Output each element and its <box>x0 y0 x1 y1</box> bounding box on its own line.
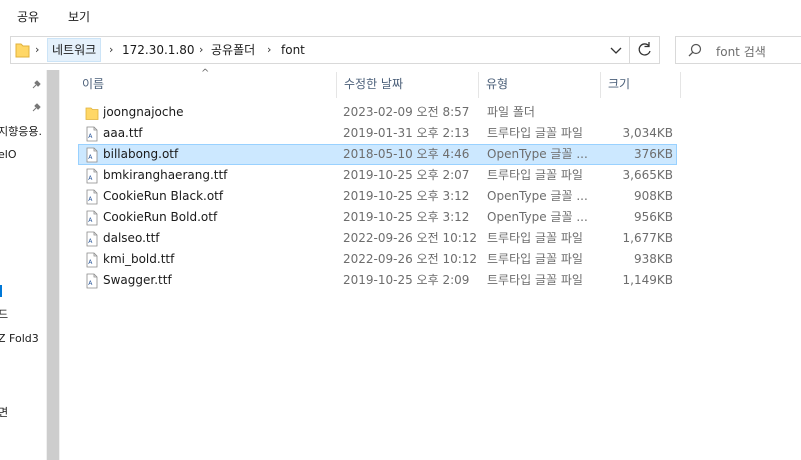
font-file-icon: A <box>86 273 98 289</box>
file-date: 2019-01-31 오후 2:13 <box>343 126 470 140</box>
breadcrumb-font[interactable]: font <box>277 38 309 62</box>
file-row[interactable]: joongnajoche 2023-02-09 오전 8:57 파일 폴더 <box>78 102 677 123</box>
font-file-icon: A <box>86 189 98 205</box>
file-type: 트루타입 글꼴 파일 <box>487 252 583 266</box>
file-row[interactable]: A Swagger.ttf 2019-10-25 오후 2:09 트루타입 글꼴 파일… <box>78 270 677 291</box>
file-size: 938KB <box>633 252 673 266</box>
file-row[interactable]: Adalseo.ttf 2022-09-26 오전 10:12 트루타입 글꼴 파일… <box>78 228 677 249</box>
file-size: 908KB <box>633 189 673 203</box>
file-size: 376KB <box>633 147 673 161</box>
file-row[interactable]: Aaaa.ttf 2019-01-31 오후 2:13 트루타입 글꼴 파일 3,03… <box>78 123 677 144</box>
file-row[interactable]: Akmi_bold.ttf 2022-09-26 오전 10:12 트루타입 글꼴 … <box>78 249 677 270</box>
breadcrumb-shared-folder[interactable]: 공유폴더 <box>207 38 259 62</box>
file-name: CookieRun Black.otf <box>103 189 224 203</box>
file-type: OpenType 글꼴 ... <box>487 189 588 203</box>
file-type: 트루타입 글꼴 파일 <box>487 231 583 245</box>
file-date: 2019-10-25 오후 2:07 <box>343 168 470 182</box>
file-size: 956KB <box>633 210 673 224</box>
chevron-right-icon[interactable]: › <box>267 43 271 56</box>
file-type: 트루타입 글꼴 파일 <box>487 273 583 287</box>
search-icon <box>688 43 702 57</box>
nav-scrollbar-thumb[interactable] <box>47 70 59 460</box>
breadcrumb-network[interactable]: 네트워크 <box>47 38 102 62</box>
file-type: OpenType 글꼴 ... <box>487 147 588 161</box>
font-file-icon: A <box>86 231 98 247</box>
chevron-right-icon[interactable]: › <box>109 43 113 56</box>
file-name: bmkiranghaerang.ttf <box>103 168 228 182</box>
column-header-date[interactable]: 수정한 날짜 <box>336 70 478 98</box>
file-date: 2022-09-26 오전 10:12 <box>343 252 478 266</box>
file-type: 트루타입 글꼴 파일 <box>487 126 583 140</box>
file-type: 트루타입 글꼴 파일 <box>487 168 583 182</box>
file-date: 2019-10-25 오후 2:09 <box>343 273 470 287</box>
chevron-right-icon[interactable]: › <box>199 43 203 56</box>
ribbon-tab-view[interactable]: 보기 <box>68 8 90 25</box>
column-header-row: ^ 이름 수정한 날짜 유형 크기 <box>74 68 684 98</box>
file-name: Swagger.ttf <box>103 273 172 287</box>
file-type: OpenType 글꼴 ... <box>487 210 588 224</box>
nav-item[interactable]: 지향응용. <box>0 123 42 139</box>
font-file-icon: A <box>86 252 98 268</box>
ribbon: 공유 보기 <box>0 0 801 32</box>
file-type: 파일 폴더 <box>487 105 535 119</box>
file-size: 3,034KB <box>622 126 673 140</box>
font-file-icon: A <box>86 147 98 163</box>
pin-icon[interactable] <box>30 102 42 114</box>
file-row[interactable]: A CookieRun Black.otf 2019-10-25 오후 3:12 Op… <box>78 186 677 207</box>
file-date: 2019-10-25 오후 3:12 <box>343 189 470 203</box>
breadcrumb-host[interactable]: 172.30.1.80 <box>118 38 199 62</box>
file-name: joongnajoche <box>103 105 184 119</box>
search-box[interactable]: font 검색 <box>675 36 801 64</box>
address-row: › 네트워크 › 172.30.1.80 › 공유폴더 › font font … <box>0 32 801 68</box>
folder-icon <box>85 107 99 120</box>
file-name: CookieRun Bold.otf <box>103 210 218 224</box>
file-size <box>599 103 673 122</box>
ribbon-tab-share[interactable]: 공유 <box>17 8 39 25</box>
file-date: 2019-10-25 오후 3:12 <box>343 210 470 224</box>
refresh-icon <box>638 42 651 56</box>
chevron-right-icon[interactable]: › <box>35 43 39 56</box>
file-row[interactable]: A CookieRun Bold.otf 2019-10-25 오후 3:12 Ope… <box>78 207 677 228</box>
file-size: 1,677KB <box>622 231 673 245</box>
nav-item[interactable]: elO <box>0 148 16 161</box>
file-name: aaa.ttf <box>103 126 143 140</box>
search-placeholder: font 검색 <box>716 45 766 59</box>
font-file-icon: A <box>86 126 98 142</box>
chevron-down-icon[interactable] <box>607 41 625 59</box>
nav-selection-marker <box>0 285 2 297</box>
column-header-size[interactable]: 크기 <box>600 70 680 98</box>
file-row[interactable]: Abillabong.otf 2018-05-10 오후 4:46 OpenType… <box>78 144 677 165</box>
refresh-button[interactable] <box>629 37 659 63</box>
nav-item[interactable]: 면 <box>0 404 8 420</box>
file-size: 1,149KB <box>622 273 673 287</box>
navigation-pane: 지향응용. elO 드 Z Fold3 면 <box>0 68 60 460</box>
file-name: kmi_bold.ttf <box>103 252 175 266</box>
folder-icon <box>15 43 30 58</box>
file-date: 2022-09-26 오전 10:12 <box>343 231 478 245</box>
font-file-icon: A <box>86 168 98 184</box>
nav-item[interactable]: 드 <box>0 306 8 322</box>
file-row[interactable]: Abmkiranghaerang.ttf 2019-10-25 오후 2:07 트루… <box>78 165 677 186</box>
pin-icon[interactable] <box>30 79 42 91</box>
file-date: 2018-05-10 오후 4:46 <box>343 147 470 161</box>
file-name: dalseo.ttf <box>103 231 160 245</box>
file-size: 3,665KB <box>622 168 673 182</box>
file-date: 2023-02-09 오전 8:57 <box>343 105 470 119</box>
column-header-name[interactable]: 이름 <box>74 70 336 98</box>
font-file-icon: A <box>86 210 98 226</box>
column-divider[interactable] <box>680 72 681 98</box>
file-name: billabong.otf <box>103 147 179 161</box>
address-bar[interactable]: › 네트워크 › 172.30.1.80 › 공유폴더 › font <box>10 36 660 64</box>
column-header-type[interactable]: 유형 <box>478 70 600 98</box>
nav-item[interactable]: Z Fold3 <box>0 332 39 345</box>
